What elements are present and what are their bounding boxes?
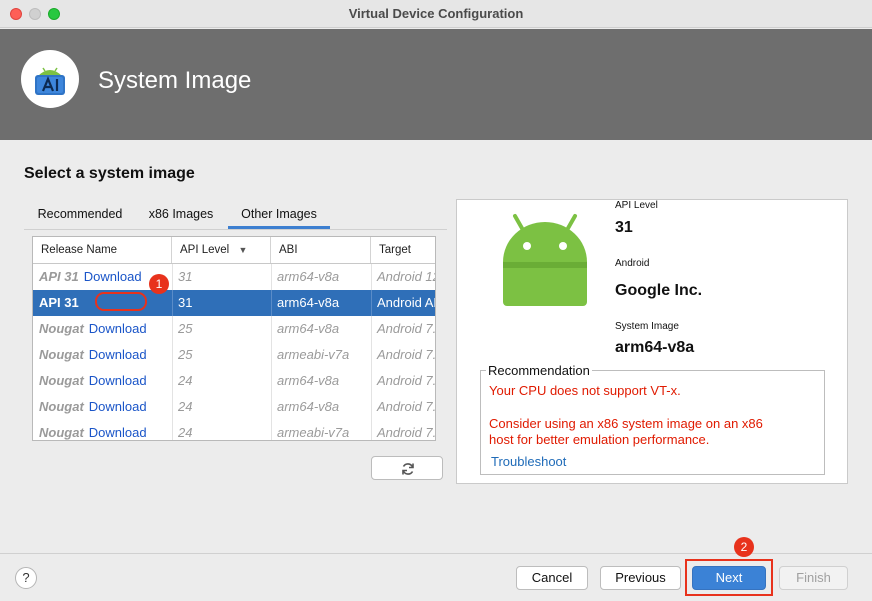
cancel-button[interactable]: Cancel bbox=[516, 566, 588, 590]
section-title: Select a system image bbox=[24, 165, 195, 182]
refresh-button[interactable] bbox=[371, 456, 443, 480]
vendor-label: Android bbox=[615, 258, 650, 269]
finish-button[interactable]: Finish bbox=[779, 566, 848, 590]
release-name-cell: Nougat Download bbox=[33, 342, 172, 368]
api-level-cell: 31 bbox=[178, 269, 193, 284]
release-name: Nougat bbox=[39, 399, 84, 414]
system-image-table[interactable]: Release Name API Level ▼ ABI Target API … bbox=[32, 236, 436, 441]
minimize-window-button[interactable] bbox=[29, 8, 41, 20]
tab-recommended[interactable]: Recommended bbox=[28, 200, 132, 229]
help-button[interactable]: ? bbox=[15, 567, 37, 589]
warning-recommend-text: Consider using an x86 system image on an… bbox=[489, 416, 763, 431]
vendor-value: Google Inc. bbox=[615, 282, 703, 299]
target-cell: Android 12 bbox=[377, 269, 436, 284]
banner-title: System Image bbox=[98, 67, 252, 94]
android-studio-icon bbox=[35, 67, 65, 95]
release-name: Nougat bbox=[39, 373, 84, 388]
column-header-abi[interactable]: ABI bbox=[271, 237, 371, 263]
abi-cell: arm64-v8a bbox=[277, 269, 340, 284]
title-bar: Virtual Device Configuration bbox=[0, 0, 872, 28]
sort-descending-icon: ▼ bbox=[238, 245, 248, 255]
android-studio-logo bbox=[21, 50, 79, 108]
download-link[interactable]: Download bbox=[84, 269, 142, 284]
api-level-cell: 24 bbox=[178, 425, 193, 440]
abi-cell: armeabi-v7a bbox=[277, 347, 350, 362]
table-row[interactable]: Nougat Download 25 arm64-v8a Android 7.1.… bbox=[33, 316, 436, 342]
recommendation-box: Recommendation Your CPU does not support… bbox=[480, 363, 825, 475]
column-header-api-level-label: API Level bbox=[180, 244, 230, 256]
annotation-oval-highlight bbox=[95, 292, 147, 311]
warning-vtx-text: Your CPU does not support VT-x. bbox=[489, 383, 681, 398]
release-name-cell: Nougat Download bbox=[33, 420, 172, 440]
system-image-label: System Image bbox=[615, 321, 679, 332]
target-cell: Android 7.0 bbox=[377, 425, 436, 440]
table-row[interactable]: Nougat Download 24 arm64-v8a Android 7.0 bbox=[33, 368, 436, 394]
api-level-value: 31 bbox=[615, 219, 633, 236]
target-cell: Android 7.1.1 bbox=[377, 347, 436, 362]
previous-button[interactable]: Previous bbox=[600, 566, 681, 590]
warning-performance-text: host for better emulation performance. bbox=[489, 432, 710, 447]
close-window-button[interactable] bbox=[10, 8, 22, 20]
annotation-badge-2: 2 bbox=[734, 537, 754, 557]
api-level-label: API Level bbox=[615, 200, 658, 211]
target-cell: Android 7.0 bbox=[377, 373, 436, 388]
header-banner: System Image bbox=[0, 29, 872, 140]
release-name: API 31 bbox=[39, 269, 79, 284]
abi-cell: armeabi-v7a bbox=[277, 425, 350, 440]
download-link[interactable]: Download bbox=[89, 399, 147, 414]
column-header-target[interactable]: Target bbox=[371, 237, 435, 263]
table-row[interactable]: Nougat Download 24 armeabi-v7a Android 7.… bbox=[33, 420, 436, 440]
api-level-cell: 24 bbox=[178, 399, 193, 414]
table-row[interactable]: Nougat Download 25 armeabi-v7a Android 7.… bbox=[33, 342, 436, 368]
android-robot-icon bbox=[503, 214, 587, 306]
annotation-highlight-box bbox=[685, 559, 773, 596]
tab-other-images[interactable]: Other Images bbox=[228, 200, 330, 229]
column-header-api-level[interactable]: API Level ▼ bbox=[172, 237, 271, 263]
download-link[interactable]: Download bbox=[89, 425, 147, 440]
table-header: Release Name API Level ▼ ABI Target bbox=[33, 237, 435, 264]
target-cell: Android 7.1.1 bbox=[377, 321, 436, 336]
release-name: API 31 bbox=[39, 295, 79, 310]
column-header-release-name[interactable]: Release Name bbox=[33, 237, 172, 263]
abi-cell: arm64-v8a bbox=[277, 373, 340, 388]
system-image-details-panel: API Level 31 Android Google Inc. System … bbox=[456, 199, 848, 484]
release-name-cell: Nougat Download bbox=[33, 368, 172, 394]
download-link[interactable]: Download bbox=[89, 347, 147, 362]
api-level-cell: 25 bbox=[178, 347, 193, 362]
api-level-cell: 24 bbox=[178, 373, 193, 388]
target-cell: Android API 31 bbox=[377, 295, 435, 310]
system-image-value: arm64-v8a bbox=[615, 339, 695, 356]
target-cell: Android 7.0 bbox=[377, 399, 436, 414]
table-row-selected[interactable]: API 31 31 arm64-v8a Android API 31 bbox=[33, 290, 435, 316]
table-row[interactable]: Nougat Download 24 arm64-v8a Android 7.0 bbox=[33, 394, 436, 420]
release-name: Nougat bbox=[39, 321, 84, 336]
abi-cell: arm64-v8a bbox=[277, 321, 340, 336]
troubleshoot-link[interactable]: Troubleshoot bbox=[491, 454, 566, 469]
abi-cell: arm64-v8a bbox=[277, 295, 340, 310]
tab-x86-images[interactable]: x86 Images bbox=[140, 200, 222, 229]
download-link[interactable]: Download bbox=[89, 373, 147, 388]
download-link[interactable]: Download bbox=[89, 321, 147, 336]
release-name: Nougat bbox=[39, 425, 84, 440]
api-level-cell: 25 bbox=[178, 321, 193, 336]
tabs-divider bbox=[24, 229, 447, 230]
maximize-window-button[interactable] bbox=[48, 8, 60, 20]
refresh-icon bbox=[402, 463, 414, 475]
release-name-cell: Nougat Download bbox=[33, 394, 172, 420]
window-title: Virtual Device Configuration bbox=[348, 6, 524, 21]
recommendation-title: Recommendation bbox=[486, 363, 592, 378]
abi-cell: arm64-v8a bbox=[277, 399, 340, 414]
api-level-cell: 31 bbox=[178, 295, 193, 310]
release-name-cell: Nougat Download bbox=[33, 316, 172, 342]
annotation-badge-1: 1 bbox=[149, 274, 169, 294]
virtual-device-configuration-window: Virtual Device Configuration System Imag… bbox=[0, 0, 872, 601]
release-name: Nougat bbox=[39, 347, 84, 362]
table-row[interactable]: API 31 Download 31 arm64-v8a Android 12 bbox=[33, 264, 436, 290]
